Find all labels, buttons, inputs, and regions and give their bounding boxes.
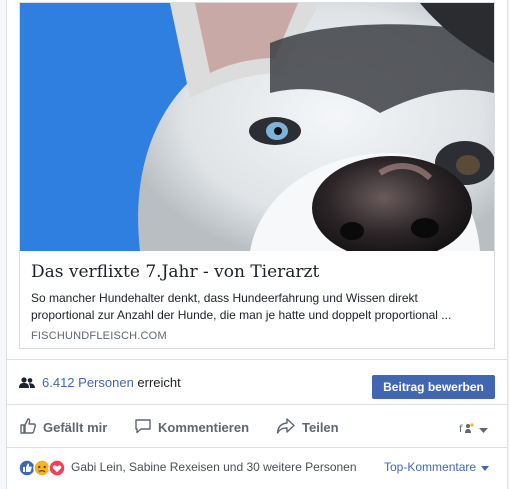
link-domain: FISCHUNDFLEISCH.COM: [31, 330, 167, 342]
top-comments-label: Top-Kommentare: [384, 460, 477, 474]
reach-text: 6.412 Personen erreicht: [42, 375, 181, 390]
caret-down-icon: [481, 460, 490, 474]
audience-selector[interactable]: f: [459, 421, 488, 439]
action-bar: Gefällt mir Kommentieren Teilen f: [6, 404, 508, 448]
link-description: So mancher Hundehalter denkt, dass Hunde…: [31, 291, 452, 322]
like-label: Gefällt mir: [43, 419, 108, 435]
reach-suffix: erreicht: [137, 375, 181, 390]
love-reaction-icon: [48, 459, 66, 477]
boost-post-button[interactable]: Beitrag bewerben: [372, 375, 495, 399]
svg-text:f: f: [459, 424, 463, 434]
reactors-text[interactable]: Gabi Lein, Sabine Rexeisen und 30 weiter…: [71, 460, 357, 474]
people-icon: [19, 376, 35, 394]
comment-label: Kommentieren: [158, 419, 250, 435]
top-comments-dropdown[interactable]: Top-Kommentare: [384, 460, 490, 474]
share-label: Teilen: [302, 419, 339, 435]
reach-row: 6.412 Personen erreicht Beitrag bewerben: [6, 359, 508, 403]
share-icon: [276, 417, 302, 438]
like-button[interactable]: Gefällt mir: [19, 405, 107, 449]
chevron-down-icon: [479, 421, 488, 439]
link-preview[interactable]: Das verflixte 7.Jahr - von Tierarzt So m…: [19, 2, 495, 349]
sad-reaction-icon: [33, 459, 51, 477]
share-button[interactable]: Teilen: [276, 405, 339, 449]
comment-button[interactable]: Kommentieren: [134, 405, 249, 449]
reach-count[interactable]: 6.412 Personen: [42, 375, 134, 390]
link-preview-image[interactable]: [20, 3, 494, 251]
reactions-row: Gabi Lein, Sabine Rexeisen und 30 weiter…: [6, 448, 508, 489]
link-title[interactable]: Das verflixte 7.Jahr - von Tierarzt: [31, 261, 484, 283]
thumbs-up-icon: [19, 417, 43, 438]
like-reaction-icon: [18, 459, 36, 477]
comment-icon: [134, 417, 158, 438]
reaction-summary[interactable]: [18, 459, 68, 477]
friends-icon: f: [459, 421, 475, 439]
